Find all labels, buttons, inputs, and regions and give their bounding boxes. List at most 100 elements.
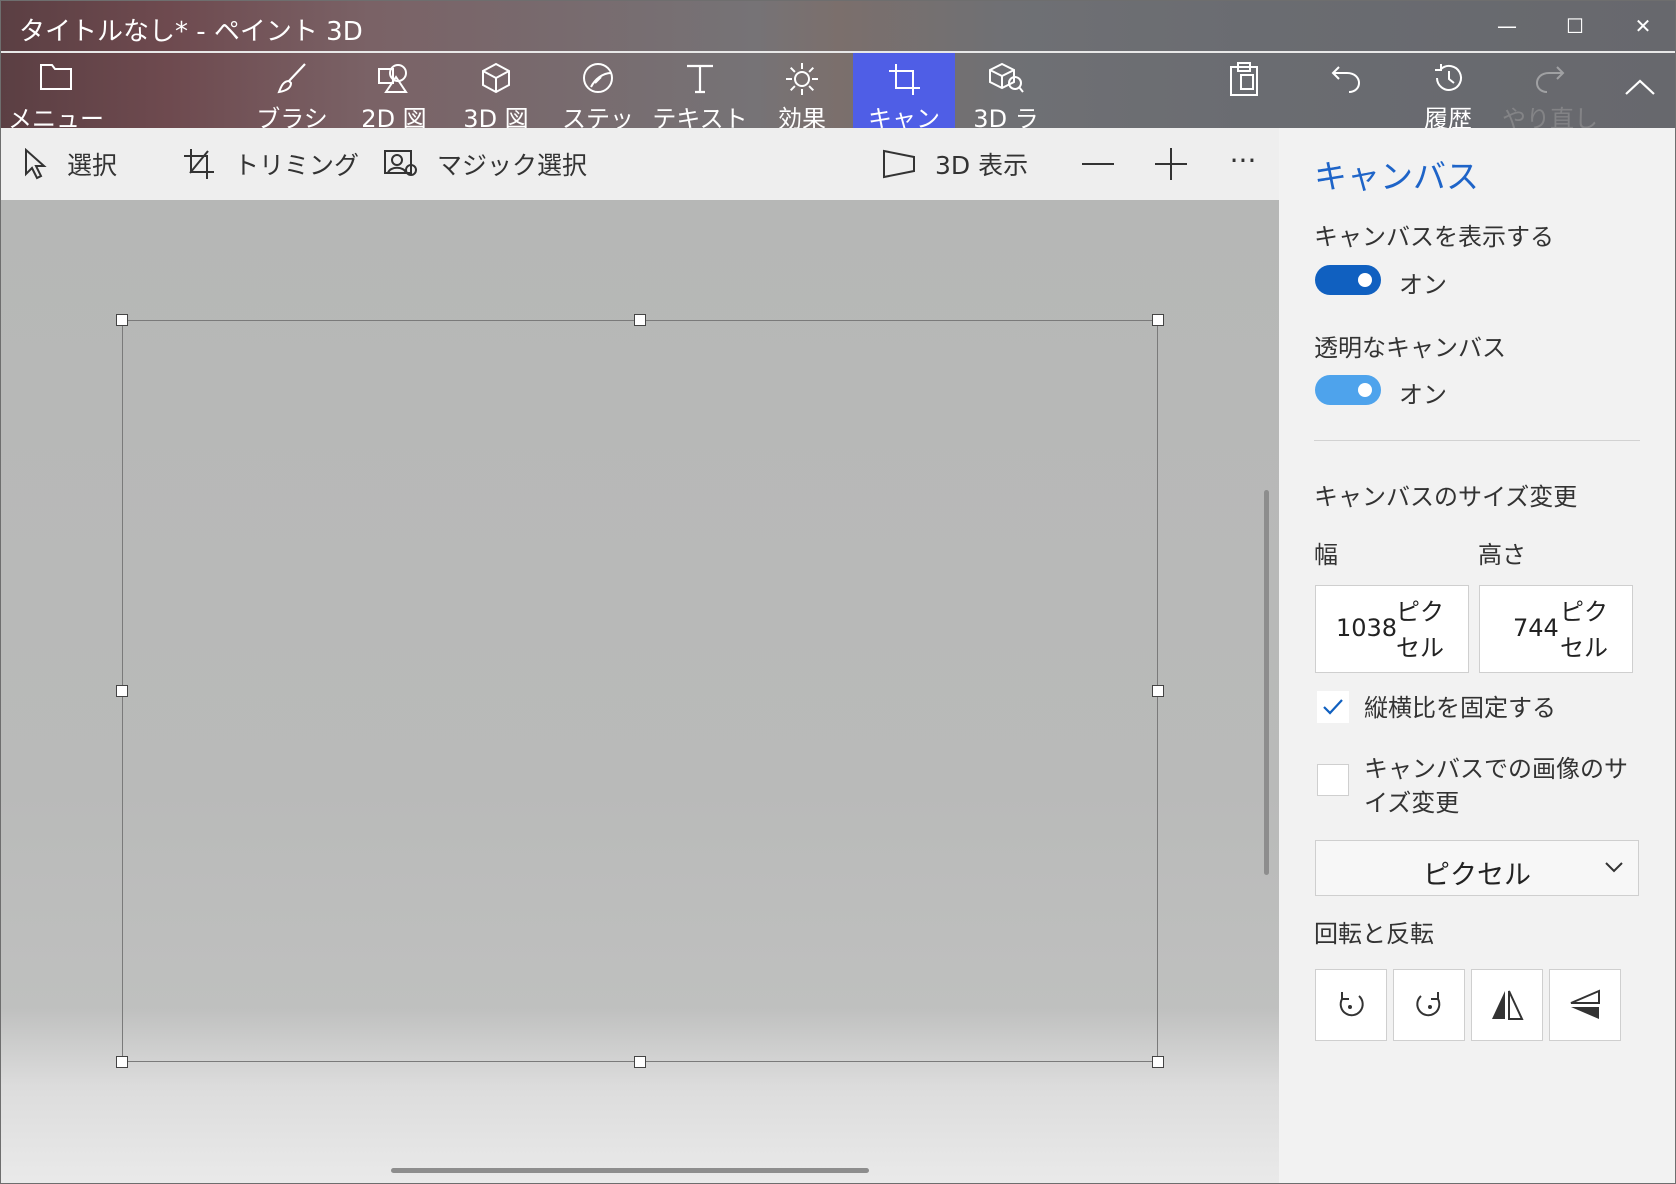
folder-icon xyxy=(40,64,72,90)
canvas-panel: キャンバス キャンバスを表示する オン 透明なキャンバス オン キャンバスのサイ… xyxy=(1279,128,1675,1183)
transparent-canvas-toggle[interactable] xyxy=(1315,375,1381,405)
close-button[interactable]: ✕ xyxy=(1609,1,1675,51)
height-value: 744 xyxy=(1513,614,1559,642)
select-tool[interactable]: 選択 xyxy=(23,128,117,200)
sticker-icon xyxy=(583,63,613,93)
text-tab[interactable]: テキスト xyxy=(649,53,751,128)
brushes-label: ブラシ xyxy=(256,105,328,128)
collapse-ribbon-button[interactable] xyxy=(1603,53,1675,128)
close-icon: ✕ xyxy=(1634,14,1652,38)
flip-horizontal-button[interactable] xyxy=(1471,969,1543,1041)
resize-handle-top-left[interactable] xyxy=(116,314,128,326)
cursor-arrow-icon xyxy=(25,148,47,180)
resize-handle-bottom[interactable] xyxy=(634,1056,646,1068)
library3d-tab[interactable]: 3D ラ xyxy=(955,53,1057,128)
canvas-tab[interactable]: キャン xyxy=(853,53,955,128)
flip-horizontal-icon xyxy=(1492,990,1524,1020)
text-icon xyxy=(687,64,713,94)
checkmark-icon xyxy=(1323,699,1343,715)
undo-button[interactable] xyxy=(1295,53,1397,128)
sun-icon xyxy=(786,63,818,95)
height-label: 高さ xyxy=(1478,541,1526,569)
magic-select-tool[interactable]: マジック選択 xyxy=(383,128,587,200)
undo-icon xyxy=(1331,66,1361,93)
canvas-workspace[interactable] xyxy=(1,200,1279,1183)
view-3d-label: 3D 表示 xyxy=(935,151,1029,180)
width-input[interactable]: 1038 ピクセル xyxy=(1315,585,1469,673)
view-3d-button[interactable]: 3D 表示 xyxy=(881,128,1028,200)
shapes3d-label: 3D 図 xyxy=(463,105,529,128)
more-dots-icon: ··· xyxy=(1229,143,1257,177)
resize-handle-right[interactable] xyxy=(1152,685,1164,697)
redo-icon xyxy=(1535,66,1565,93)
brushes-tab[interactable]: ブラシ xyxy=(241,53,343,128)
library-3d-icon xyxy=(989,62,1024,93)
menu-label: メニュー xyxy=(8,105,104,128)
window-title: タイトルなし* - ペイント 3D xyxy=(19,17,363,47)
vertical-scrollbar[interactable] xyxy=(1264,490,1269,875)
clipboard-icon xyxy=(1230,62,1258,96)
magic-select-label: マジック選択 xyxy=(437,151,588,180)
paste-button[interactable] xyxy=(1193,53,1295,128)
resize-handle-bottom-right[interactable] xyxy=(1152,1056,1164,1068)
lock-aspect-checkbox[interactable] xyxy=(1317,691,1349,723)
resize-image-label: キャンバスでの画像のサイズ変更 xyxy=(1364,755,1628,817)
title-bar: タイトルなし* - ペイント 3D — ☐ ✕ xyxy=(1,1,1675,51)
transparent-canvas-label: 透明なキャンバス xyxy=(1314,334,1506,362)
maximize-icon: ☐ xyxy=(1566,14,1584,38)
toggle-knob xyxy=(1358,273,1372,287)
units-dropdown[interactable]: ピクセル xyxy=(1315,840,1639,896)
crop-label: トリミング xyxy=(234,151,360,180)
zoom-in-button[interactable] xyxy=(1147,140,1195,188)
canvas-area[interactable] xyxy=(122,320,1158,1062)
redo-label: やり直し xyxy=(1502,105,1598,128)
toggle-knob xyxy=(1358,383,1372,397)
rotate-right-button[interactable] xyxy=(1393,969,1465,1041)
maximize-button[interactable]: ☐ xyxy=(1541,1,1609,51)
paint3d-window: タイトルなし* - ペイント 3D — ☐ ✕ メニュー ブラシ 2D 図 3D… xyxy=(0,0,1676,1184)
flip-vertical-button[interactable] xyxy=(1549,969,1621,1041)
crop-tool[interactable]: トリミング xyxy=(182,128,359,200)
stickers-tab[interactable]: ステッ xyxy=(547,53,649,128)
zoom-out-button[interactable] xyxy=(1074,140,1122,188)
height-unit: ピクセル xyxy=(1560,598,1608,662)
rotate-left-icon xyxy=(1339,992,1364,1017)
chevron-down-icon xyxy=(1605,862,1623,873)
redo-button[interactable]: やり直し xyxy=(1499,53,1601,128)
crop-icon xyxy=(184,149,214,179)
resize-canvas-label: キャンバスのサイズ変更 xyxy=(1314,483,1578,511)
canvas-icon xyxy=(889,64,920,95)
cube-icon xyxy=(482,62,510,94)
shapes2d-label: 2D 図 xyxy=(361,105,427,128)
menu-button[interactable]: メニュー xyxy=(5,53,107,128)
effects-label: 効果 xyxy=(778,105,826,128)
resize-handle-left[interactable] xyxy=(116,685,128,697)
library3d-label: 3D ラ xyxy=(973,105,1039,128)
canvas-toolbar: 選択 トリミング マジック選択 3D 表示 ··· xyxy=(1,128,1279,201)
transparent-canvas-state: オン xyxy=(1399,381,1447,409)
width-unit: ピクセル xyxy=(1396,598,1444,662)
show-canvas-toggle[interactable] xyxy=(1315,265,1381,295)
plus-icon xyxy=(1155,148,1187,180)
history-button[interactable]: 履歴 xyxy=(1397,53,1499,128)
height-input[interactable]: 744 ピクセル xyxy=(1479,585,1633,673)
units-selected: ピクセル xyxy=(1423,860,1531,891)
perspective-icon xyxy=(883,149,915,179)
more-options-button[interactable]: ··· xyxy=(1219,136,1267,184)
resize-handle-top-right[interactable] xyxy=(1152,314,1164,326)
resize-image-checkbox[interactable] xyxy=(1317,764,1349,796)
effects-tab[interactable]: 効果 xyxy=(751,53,853,128)
minus-icon xyxy=(1082,163,1114,165)
shapes3d-tab[interactable]: 3D 図 xyxy=(445,53,547,128)
resize-handle-top[interactable] xyxy=(634,314,646,326)
resize-handle-bottom-left[interactable] xyxy=(116,1056,128,1068)
chevron-up-icon xyxy=(1625,79,1655,95)
rotate-right-icon xyxy=(1416,992,1441,1017)
show-canvas-label: キャンバスを表示する xyxy=(1314,223,1554,251)
horizontal-scrollbar[interactable] xyxy=(391,1168,869,1173)
flip-vertical-icon xyxy=(1570,989,1600,1019)
rotate-left-button[interactable] xyxy=(1315,969,1387,1041)
shapes2d-tab[interactable]: 2D 図 xyxy=(343,53,445,128)
stickers-label: ステッ xyxy=(562,105,634,128)
minimize-button[interactable]: — xyxy=(1473,1,1541,51)
